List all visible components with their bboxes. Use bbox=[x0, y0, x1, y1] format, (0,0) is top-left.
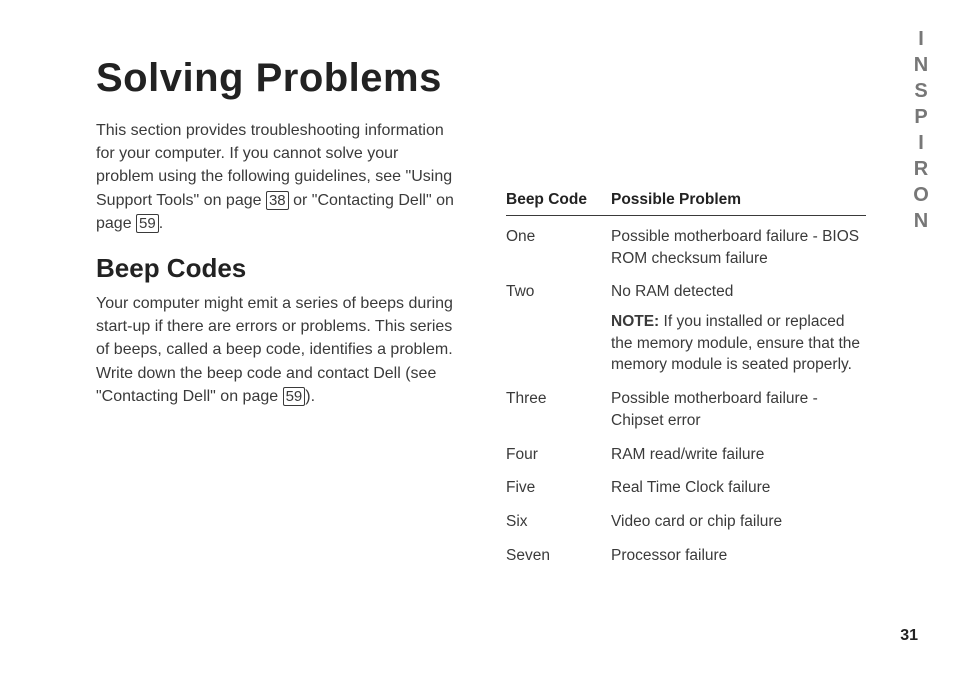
page-ref-59[interactable]: 59 bbox=[136, 214, 159, 233]
table-row: Five Real Time Clock failure bbox=[506, 477, 866, 499]
problem-cell: Real Time Clock failure bbox=[611, 477, 866, 499]
problem-cell: Possible motherboard failure - BIOS ROM … bbox=[611, 226, 866, 269]
table-row: One Possible motherboard failure - BIOS … bbox=[506, 226, 866, 269]
problem-cell: Video card or chip failure bbox=[611, 511, 866, 533]
problem-cell: No RAM detected NOTE: If you installed o… bbox=[611, 281, 866, 376]
table-header-code: Beep Code bbox=[506, 191, 611, 209]
beep-code-cell: Six bbox=[506, 511, 611, 533]
beep-text-1: Your computer might emit a series of bee… bbox=[96, 295, 453, 405]
table-row: Seven Processor failure bbox=[506, 545, 866, 567]
page-title: Solving Problems bbox=[96, 56, 866, 101]
note-label: NOTE: bbox=[611, 313, 659, 330]
table-row: Six Video card or chip failure bbox=[506, 511, 866, 533]
page-number: 31 bbox=[900, 627, 918, 645]
table-header: Beep Code Possible Problem bbox=[506, 191, 866, 216]
left-column: This section provides troubleshooting in… bbox=[96, 119, 456, 578]
intro-paragraph: This section provides troubleshooting in… bbox=[96, 119, 456, 235]
beep-code-cell: Three bbox=[506, 388, 611, 431]
beep-code-cell: Seven bbox=[506, 545, 611, 567]
table-row: Three Possible motherboard failure - Chi… bbox=[506, 388, 866, 431]
problem-cell: Possible motherboard failure - Chipset e… bbox=[611, 388, 866, 431]
beep-codes-paragraph: Your computer might emit a series of bee… bbox=[96, 292, 456, 408]
right-column: Beep Code Possible Problem One Possible … bbox=[506, 119, 866, 578]
beep-code-cell: Two bbox=[506, 281, 611, 376]
intro-text-3: . bbox=[159, 215, 163, 232]
two-column-layout: This section provides troubleshooting in… bbox=[96, 119, 866, 578]
beep-code-cell: Four bbox=[506, 444, 611, 466]
table-header-problem: Possible Problem bbox=[611, 191, 866, 209]
note-block: NOTE: If you installed or replaced the m… bbox=[611, 311, 866, 376]
beep-text-2: ). bbox=[305, 388, 315, 405]
problem-text: No RAM detected bbox=[611, 281, 866, 303]
beep-code-cell: One bbox=[506, 226, 611, 269]
page-content: Solving Problems This section provides t… bbox=[96, 56, 866, 578]
beep-codes-heading: Beep Codes bbox=[96, 253, 456, 284]
problem-cell: RAM read/write failure bbox=[611, 444, 866, 466]
page-ref-59b[interactable]: 59 bbox=[283, 387, 306, 406]
beep-code-cell: Five bbox=[506, 477, 611, 499]
page-ref-38[interactable]: 38 bbox=[266, 191, 289, 210]
brand-vertical-label: INSPIRON bbox=[909, 28, 932, 236]
problem-cell: Processor failure bbox=[611, 545, 866, 567]
table-row: Two No RAM detected NOTE: If you install… bbox=[506, 281, 866, 376]
table-row: Four RAM read/write failure bbox=[506, 444, 866, 466]
